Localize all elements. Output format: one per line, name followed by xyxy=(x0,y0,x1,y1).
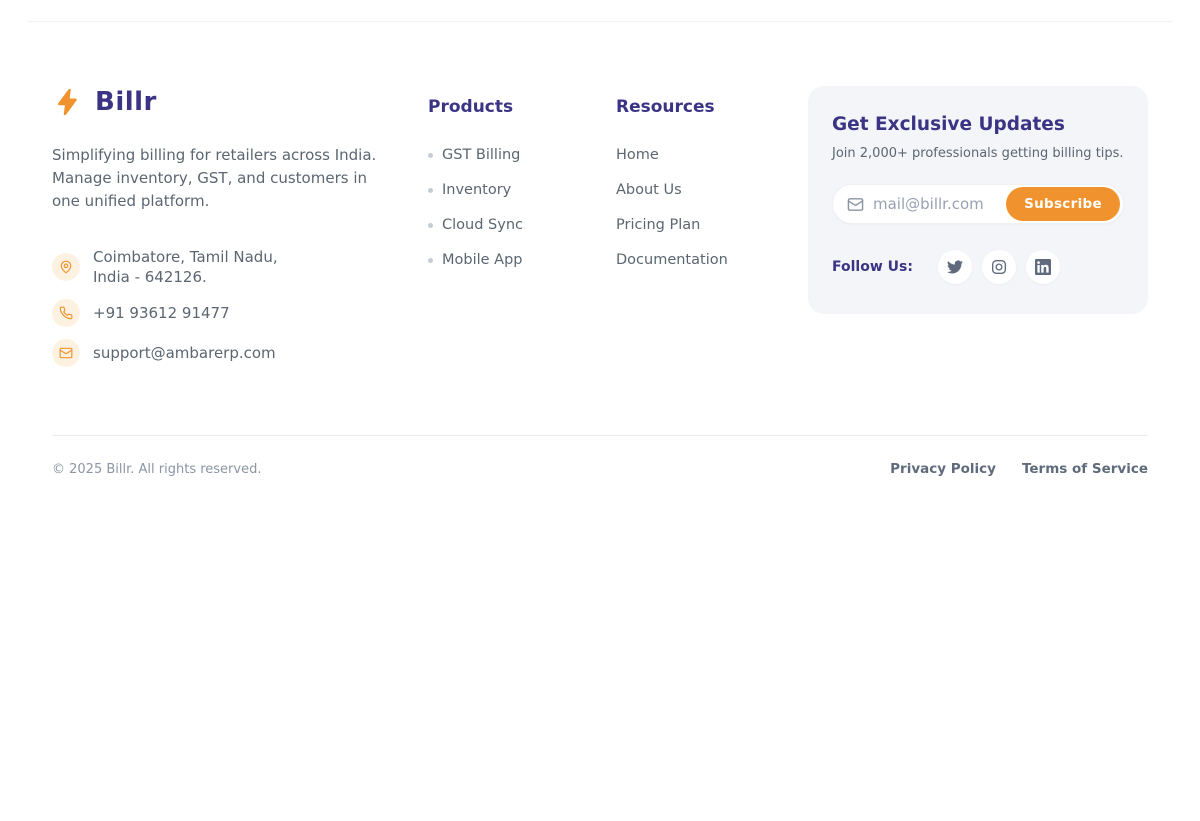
resources-heading: Resources xyxy=(616,97,806,117)
phone-icon xyxy=(52,299,80,327)
footer-columns: Billr Simplifying billing for retailers … xyxy=(52,86,1148,379)
link-label: About Us xyxy=(616,182,682,198)
brand-column: Billr Simplifying billing for retailers … xyxy=(52,86,428,379)
link-label: Cloud Sync xyxy=(442,217,523,233)
legal-links: Privacy Policy Terms of Service xyxy=(890,461,1148,477)
footer-link-about-us[interactable]: About Us xyxy=(616,182,806,198)
linkedin-icon xyxy=(1035,259,1051,275)
link-label: Home xyxy=(616,147,659,163)
brand-logo[interactable]: Billr xyxy=(52,86,428,118)
footer-link-inventory[interactable]: Inventory xyxy=(428,182,616,198)
contact-list: Coimbatore, Tamil Nadu, India - 642126. … xyxy=(52,247,428,367)
follow-us-label: Follow Us: xyxy=(832,259,913,275)
copyright-text: © 2025 Billr. All rights reserved. xyxy=(52,462,261,477)
mail-icon xyxy=(847,196,864,213)
envelope-icon xyxy=(52,339,80,367)
brand-tagline: Simplifying billing for retailers across… xyxy=(52,144,382,213)
newsletter-heading: Get Exclusive Updates xyxy=(832,114,1124,135)
location-pin-icon xyxy=(52,253,80,281)
bullet-dot xyxy=(428,258,433,263)
follow-us-row: Follow Us: xyxy=(832,250,1124,284)
privacy-policy-link[interactable]: Privacy Policy xyxy=(890,461,996,477)
bullet-dot xyxy=(428,223,433,228)
terms-of-service-link[interactable]: Terms of Service xyxy=(1022,461,1148,477)
brand-name: Billr xyxy=(95,87,157,117)
footer-link-cloud-sync[interactable]: Cloud Sync xyxy=(428,217,616,233)
newsletter-email-input[interactable] xyxy=(873,195,993,213)
products-column: Products GST Billing Inventory Cloud Syn… xyxy=(428,86,616,287)
instagram-icon xyxy=(991,259,1007,275)
footer-link-home[interactable]: Home xyxy=(616,147,806,163)
bullet-dot xyxy=(428,188,433,193)
linkedin-button[interactable] xyxy=(1026,250,1060,284)
resources-column: Resources Home About Us Pricing Plan Doc… xyxy=(616,86,806,287)
footer-link-documentation[interactable]: Documentation xyxy=(616,252,806,268)
twitter-button[interactable] xyxy=(938,250,972,284)
lightning-bolt-icon xyxy=(52,86,84,118)
footer-link-pricing-plan[interactable]: Pricing Plan xyxy=(616,217,806,233)
contact-phone-text: +91 93612 91477 xyxy=(93,303,230,323)
link-label: GST Billing xyxy=(442,147,520,163)
site-footer: Billr Simplifying billing for retailers … xyxy=(0,22,1200,502)
newsletter-subheading: Join 2,000+ professionals getting billin… xyxy=(832,146,1124,161)
products-heading: Products xyxy=(428,97,616,117)
link-label: Mobile App xyxy=(442,252,523,268)
footer-link-mobile-app[interactable]: Mobile App xyxy=(428,252,616,268)
bullet-dot xyxy=(428,153,433,158)
link-label: Documentation xyxy=(616,252,728,268)
contact-phone: +91 93612 91477 xyxy=(52,299,428,327)
twitter-icon xyxy=(947,259,963,275)
subscribe-form: Subscribe xyxy=(832,184,1124,224)
footer-bottom-bar: © 2025 Billr. All rights reserved. Priva… xyxy=(52,436,1148,502)
contact-email-text: support@ambarerp.com xyxy=(93,343,276,363)
contact-address: Coimbatore, Tamil Nadu, India - 642126. xyxy=(52,247,428,287)
footer-link-gst-billing[interactable]: GST Billing xyxy=(428,147,616,163)
link-label: Pricing Plan xyxy=(616,217,700,233)
link-label: Inventory xyxy=(442,182,511,198)
subscribe-button[interactable]: Subscribe xyxy=(1006,187,1120,221)
resources-links: Home About Us Pricing Plan Documentation xyxy=(616,147,806,268)
newsletter-card: Get Exclusive Updates Join 2,000+ profes… xyxy=(808,86,1148,314)
instagram-button[interactable] xyxy=(982,250,1016,284)
contact-address-text: Coimbatore, Tamil Nadu, India - 642126. xyxy=(93,247,278,287)
contact-email: support@ambarerp.com xyxy=(52,339,428,367)
products-links: GST Billing Inventory Cloud Sync Mobile … xyxy=(428,147,616,268)
